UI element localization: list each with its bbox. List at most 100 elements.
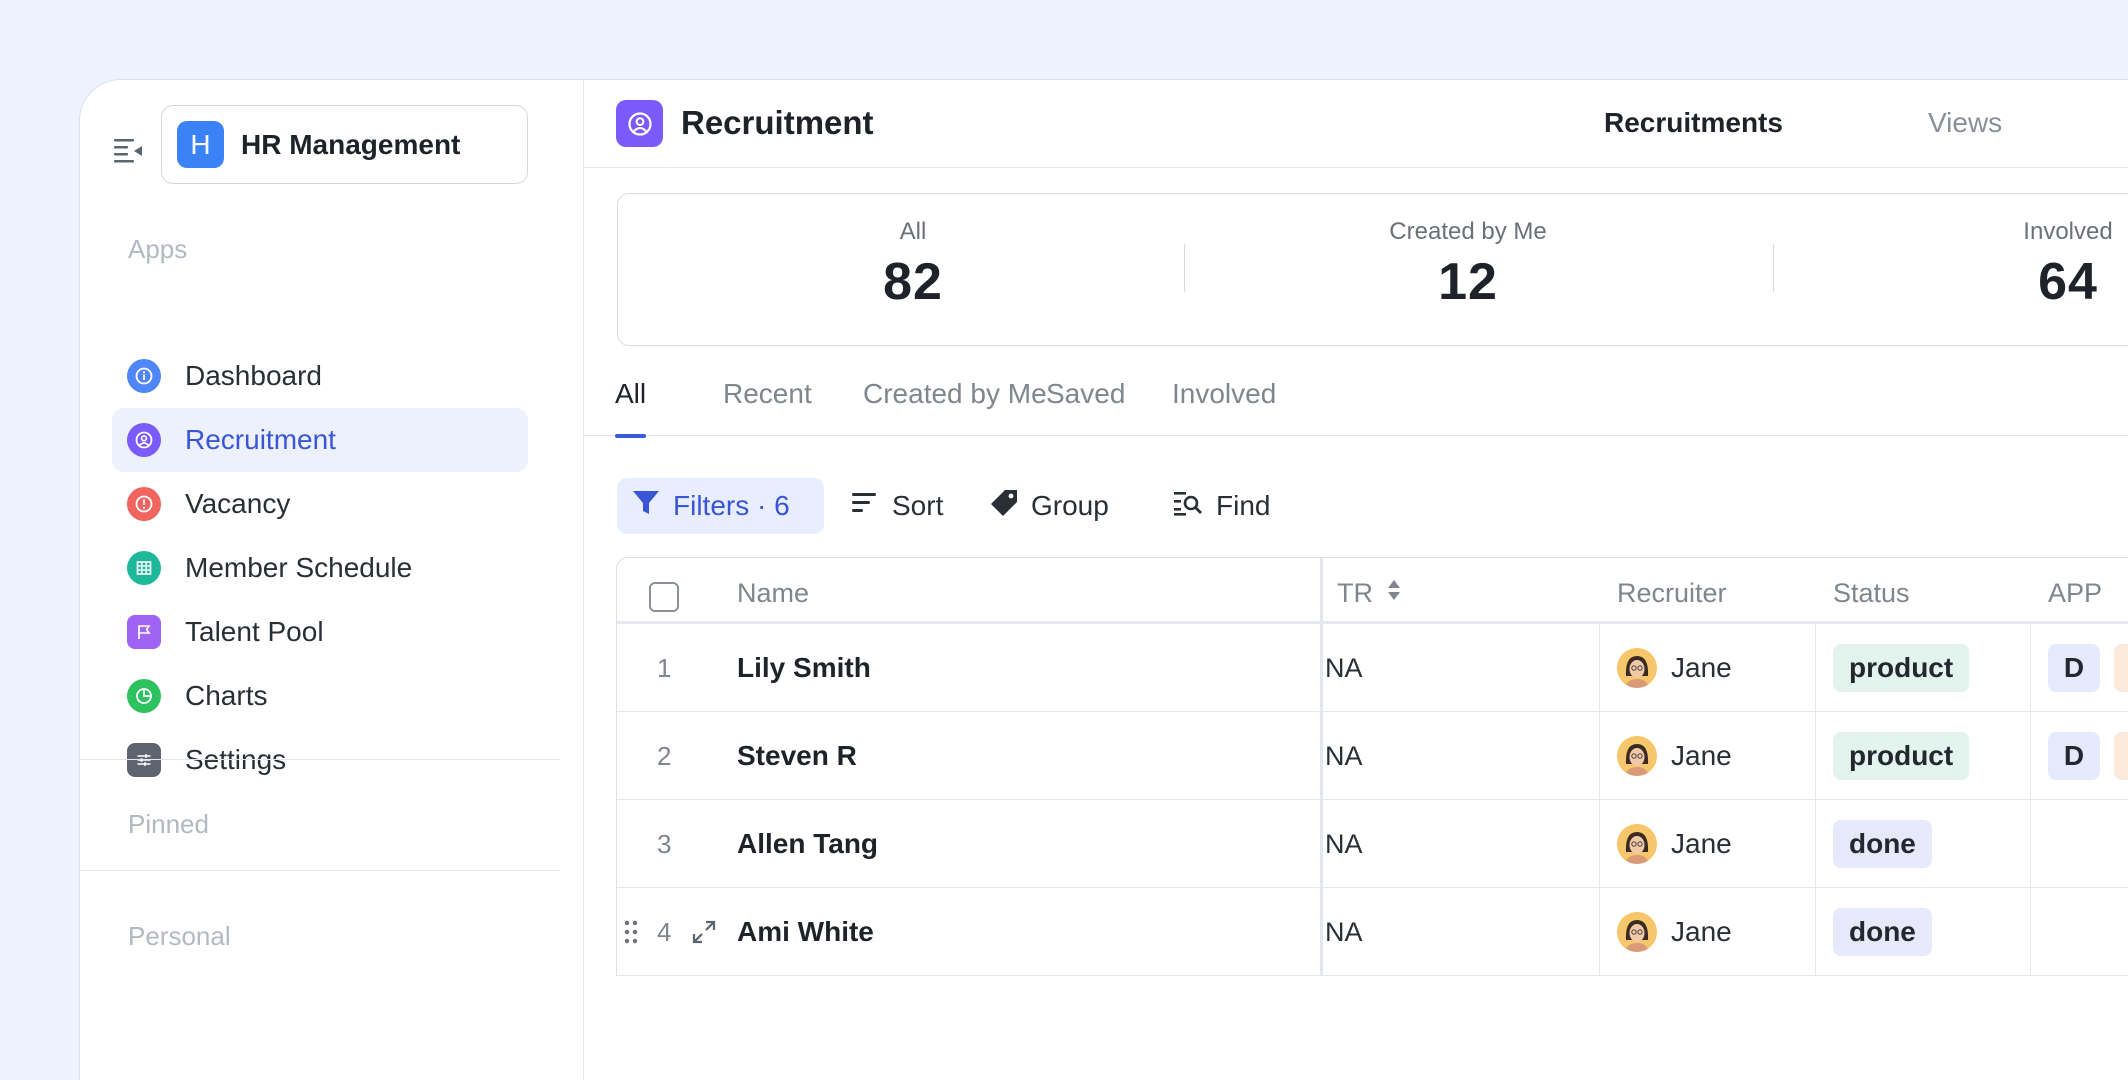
app-chip: D <box>2048 732 2100 780</box>
table-row[interactable]: 1 Lily Smith NA Jane product D <box>617 624 2128 712</box>
sidebar-item-charts[interactable]: Charts <box>112 664 528 728</box>
info-icon <box>127 359 161 393</box>
sidebar: H HR Management Apps Dashboard Recruitme… <box>80 80 584 1080</box>
stat-all[interactable]: All 82 <box>833 218 993 312</box>
user-circle-icon <box>127 423 161 457</box>
sort-label: Sort <box>892 490 944 521</box>
view-tabs: All Recent Created by Me Saved Involved <box>584 378 2128 438</box>
sidebar-item-talent-pool[interactable]: Talent Pool <box>112 600 528 664</box>
candidate-name[interactable]: Lily Smith <box>737 652 871 684</box>
tr-value: NA <box>1325 916 1363 947</box>
table-row[interactable]: 4 Ami White NA Jane done <box>617 888 2128 976</box>
sidebar-item-dashboard[interactable]: Dashboard <box>112 344 528 408</box>
avatar <box>1617 912 1657 952</box>
sidebar-divider <box>80 870 560 871</box>
column-header-tr[interactable]: TR <box>1337 578 1401 609</box>
status-badge[interactable]: done <box>1833 908 1932 956</box>
table-row[interactable]: 2 Steven R NA Jane product D <box>617 712 2128 800</box>
candidate-name[interactable]: Steven R <box>737 740 857 772</box>
column-header-app[interactable]: APP <box>2048 578 2102 609</box>
row-number: 4 <box>657 916 672 947</box>
app-chip: D <box>2048 644 2100 692</box>
recruiter-cell[interactable]: Jane <box>1617 624 1732 712</box>
stat-created-by-me[interactable]: Created by Me 12 <box>1368 218 1568 312</box>
sidebar-item-label: Settings <box>185 744 287 775</box>
user-circle-icon <box>616 100 663 147</box>
status-badge[interactable]: done <box>1833 820 1932 868</box>
status-badge[interactable]: product <box>1833 644 1970 692</box>
sidebar-nav: Dashboard Recruitment Vacancy Member Sch… <box>112 344 528 792</box>
avatar <box>1617 824 1657 864</box>
column-header-label: TR <box>1337 578 1373 608</box>
select-all-checkbox[interactable] <box>649 582 679 612</box>
candidate-name[interactable]: Ami White <box>737 916 874 948</box>
grid-icon <box>127 551 161 585</box>
workspace-name: HR Management <box>241 128 461 160</box>
table-header: Name TR Recruiter Status APP <box>617 558 2128 624</box>
avatar <box>1617 648 1657 688</box>
drag-handle-icon[interactable] <box>623 888 639 976</box>
tab-views[interactable]: Views <box>1928 107 2002 139</box>
find-button[interactable]: Find <box>1172 478 1270 534</box>
column-header-recruiter[interactable]: Recruiter <box>1617 578 1727 609</box>
sort-button[interactable]: Sort <box>850 478 943 534</box>
column-header-status[interactable]: Status <box>1833 578 1910 609</box>
personal-section-label: Personal <box>128 921 231 951</box>
status-badge[interactable]: product <box>1833 732 1970 780</box>
find-label: Find <box>1216 490 1271 521</box>
recruiter-name: Jane <box>1671 652 1732 683</box>
app-cell[interactable]: D <box>2048 624 2128 712</box>
sidebar-item-label: Charts <box>185 680 268 711</box>
tr-value: NA <box>1325 740 1363 771</box>
tab-all[interactable]: All <box>615 378 647 438</box>
recruiter-name: Jane <box>1671 828 1732 859</box>
page-header: Recruitment Recruitments Views <box>584 80 2128 168</box>
stat-value: 64 <box>2038 253 2098 311</box>
stat-separator <box>1184 244 1185 292</box>
app-window: H HR Management Apps Dashboard Recruitme… <box>79 79 2128 1080</box>
tab-recent[interactable]: Recent <box>723 378 812 436</box>
workspace-switcher[interactable]: H HR Management <box>161 105 528 184</box>
recruiter-cell[interactable]: Jane <box>1617 712 1732 800</box>
stat-label: Created by Me <box>1389 218 1547 245</box>
group-button[interactable]: Group <box>989 478 1109 534</box>
sidebar-item-settings[interactable]: Settings <box>112 728 528 792</box>
row-number: 2 <box>657 740 672 771</box>
tab-involved[interactable]: Involved <box>1172 378 1276 436</box>
row-number: 3 <box>657 828 672 859</box>
sliders-icon <box>127 743 161 777</box>
candidate-name[interactable]: Allen Tang <box>737 828 878 860</box>
stat-separator <box>1773 244 1774 292</box>
tab-saved[interactable]: Saved <box>1046 378 1125 436</box>
recruiter-cell[interactable]: Jane <box>1617 888 1732 976</box>
avatar <box>1617 736 1657 776</box>
tr-value: NA <box>1325 828 1363 859</box>
column-header-name[interactable]: Name <box>737 578 809 609</box>
recruiter-name: Jane <box>1671 916 1732 947</box>
find-icon <box>1172 489 1204 524</box>
stat-value: 82 <box>883 253 943 311</box>
table-row[interactable]: 3 Allen Tang NA Jane done <box>617 800 2128 888</box>
group-label: Group <box>1031 490 1109 521</box>
stat-label: Involved <box>2023 218 2113 245</box>
sidebar-item-vacancy[interactable]: Vacancy <box>112 472 528 536</box>
sort-icon <box>850 490 880 523</box>
recruiter-name: Jane <box>1671 740 1732 771</box>
filters-button[interactable]: Filters · 6 <box>617 478 824 534</box>
tab-recruitments[interactable]: Recruitments <box>1604 107 1783 139</box>
sidebar-item-member-schedule[interactable]: Member Schedule <box>112 536 528 600</box>
sidebar-item-label: Vacancy <box>185 488 291 519</box>
app-cell[interactable]: D <box>2048 712 2128 800</box>
sidebar-item-label: Member Schedule <box>185 552 413 583</box>
collapse-sidebar-icon[interactable] <box>110 132 146 168</box>
stat-involved[interactable]: Involved 64 <box>1988 218 2128 312</box>
pie-icon <box>127 679 161 713</box>
expand-row-icon[interactable] <box>691 888 717 976</box>
sidebar-item-recruitment[interactable]: Recruitment <box>112 408 528 472</box>
row-number: 1 <box>657 652 672 683</box>
sidebar-item-label: Talent Pool <box>185 616 324 647</box>
stat-value: 12 <box>1438 253 1498 311</box>
filters-label: Filters · 6 <box>673 490 790 521</box>
recruiter-cell[interactable]: Jane <box>1617 800 1732 888</box>
tab-created-by-me[interactable]: Created by Me <box>863 378 1047 436</box>
